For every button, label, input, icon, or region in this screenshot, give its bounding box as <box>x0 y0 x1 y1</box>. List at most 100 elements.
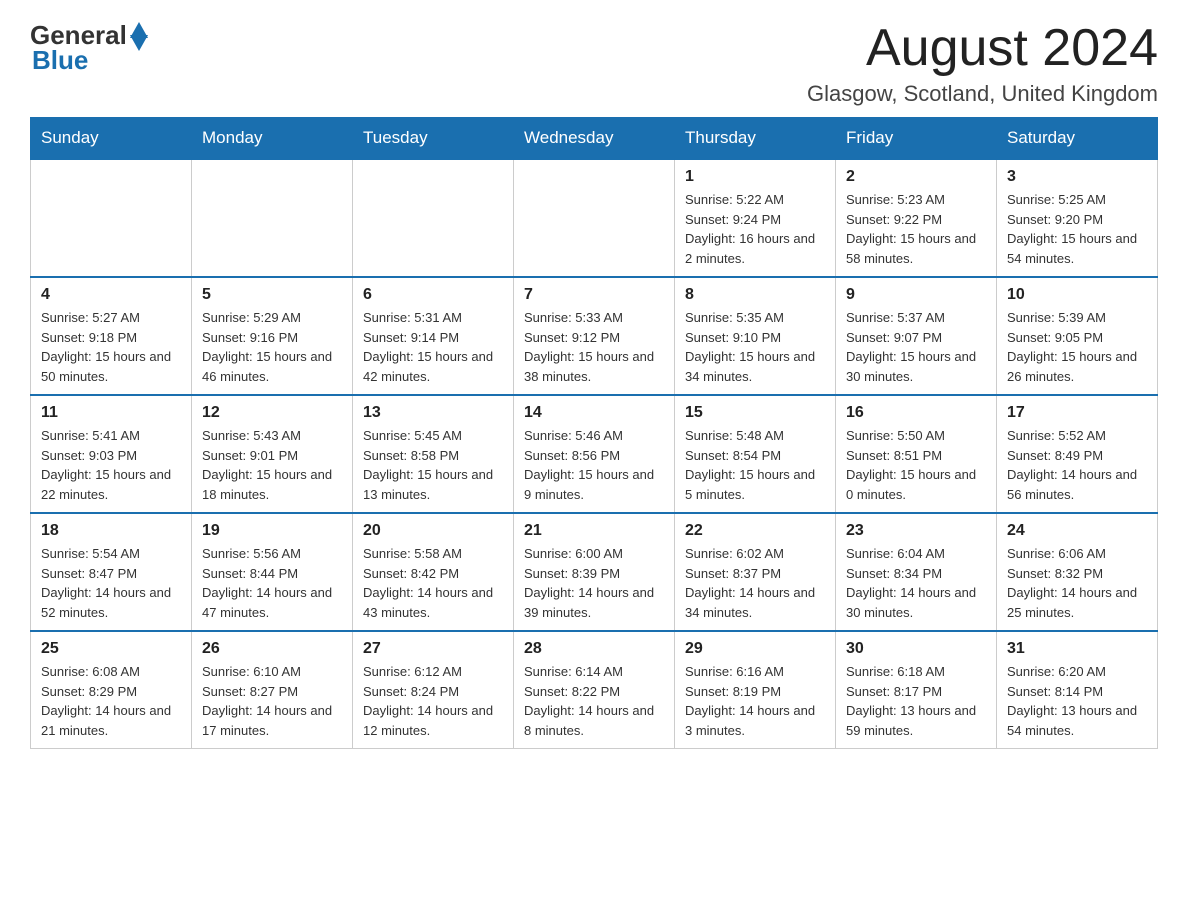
day-cell: 8 Sunrise: 5:35 AMSunset: 9:10 PMDaylight… <box>675 277 836 395</box>
day-cell: 24 Sunrise: 6:06 AMSunset: 8:32 PMDayligh… <box>997 513 1158 631</box>
day-header-monday: Monday <box>192 118 353 160</box>
day-cell: 12Sunrise: 5:43 AMSunset: 9:01 PMDayligh… <box>192 395 353 513</box>
day-number: 17 <box>1007 404 1147 422</box>
calendar-body: 1 Sunrise: 5:22 AMSunset: 9:24 PMDaylight… <box>31 159 1158 749</box>
day-info: Sunrise: 5:39 AMSunset: 9:05 PMDaylight:… <box>1007 308 1147 386</box>
day-info: Sunrise: 6:00 AMSunset: 8:39 PMDaylight:… <box>524 544 664 622</box>
day-number: 10 <box>1007 286 1147 304</box>
day-number: 28 <box>524 640 664 658</box>
day-number: 26 <box>202 640 342 658</box>
day-info: Sunrise: 5:22 AMSunset: 9:24 PMDaylight:… <box>685 190 825 268</box>
day-info: Sunrise: 6:10 AMSunset: 8:27 PMDaylight:… <box>202 662 342 740</box>
day-number: 5 <box>202 286 342 304</box>
day-header-friday: Friday <box>836 118 997 160</box>
day-number: 4 <box>41 286 181 304</box>
day-number: 16 <box>846 404 986 422</box>
day-number: 27 <box>363 640 503 658</box>
day-number: 21 <box>524 522 664 540</box>
day-info: Sunrise: 6:16 AMSunset: 8:19 PMDaylight:… <box>685 662 825 740</box>
day-info: Sunrise: 6:02 AMSunset: 8:37 PMDaylight:… <box>685 544 825 622</box>
day-cell: 16Sunrise: 5:50 AMSunset: 8:51 PMDayligh… <box>836 395 997 513</box>
day-number: 1 <box>685 168 825 186</box>
days-header-row: SundayMondayTuesdayWednesdayThursdayFrid… <box>31 118 1158 160</box>
day-info: Sunrise: 6:14 AMSunset: 8:22 PMDaylight:… <box>524 662 664 740</box>
day-header-saturday: Saturday <box>997 118 1158 160</box>
day-cell: 11 Sunrise: 5:41 AMSunset: 9:03 PMDayligh… <box>31 395 192 513</box>
week-row-5: 25 Sunrise: 6:08 AMSunset: 8:29 PMDayligh… <box>31 631 1158 749</box>
day-number: 31 <box>1007 640 1147 658</box>
day-info: Sunrise: 6:18 AMSunset: 8:17 PMDaylight:… <box>846 662 986 740</box>
day-info: Sunrise: 5:48 AMSunset: 8:54 PMDaylight:… <box>685 426 825 504</box>
day-cell: 17 Sunrise: 5:52 AMSunset: 8:49 PMDayligh… <box>997 395 1158 513</box>
day-info: Sunrise: 5:45 AMSunset: 8:58 PMDaylight:… <box>363 426 503 504</box>
day-cell: 14Sunrise: 5:46 AMSunset: 8:56 PMDayligh… <box>514 395 675 513</box>
day-cell: 3 Sunrise: 5:25 AMSunset: 9:20 PMDaylight… <box>997 159 1158 277</box>
day-info: Sunrise: 6:12 AMSunset: 8:24 PMDaylight:… <box>363 662 503 740</box>
day-number: 13 <box>363 404 503 422</box>
day-info: Sunrise: 5:31 AMSunset: 9:14 PMDaylight:… <box>363 308 503 386</box>
day-number: 22 <box>685 522 825 540</box>
day-cell: 30 Sunrise: 6:18 AMSunset: 8:17 PMDayligh… <box>836 631 997 749</box>
day-cell: 10 Sunrise: 5:39 AMSunset: 9:05 PMDayligh… <box>997 277 1158 395</box>
day-number: 15 <box>685 404 825 422</box>
day-info: Sunrise: 5:41 AMSunset: 9:03 PMDaylight:… <box>41 426 181 504</box>
day-info: Sunrise: 5:37 AMSunset: 9:07 PMDaylight:… <box>846 308 986 386</box>
day-info: Sunrise: 5:43 AMSunset: 9:01 PMDaylight:… <box>202 426 342 504</box>
day-cell: 9Sunrise: 5:37 AMSunset: 9:07 PMDaylight… <box>836 277 997 395</box>
day-header-thursday: Thursday <box>675 118 836 160</box>
week-row-1: 1 Sunrise: 5:22 AMSunset: 9:24 PMDaylight… <box>31 159 1158 277</box>
day-number: 11 <box>41 404 181 422</box>
day-cell: 31 Sunrise: 6:20 AMSunset: 8:14 PMDayligh… <box>997 631 1158 749</box>
day-info: Sunrise: 5:25 AMSunset: 9:20 PMDaylight:… <box>1007 190 1147 268</box>
day-info: Sunrise: 5:46 AMSunset: 8:56 PMDaylight:… <box>524 426 664 504</box>
day-cell: 1 Sunrise: 5:22 AMSunset: 9:24 PMDaylight… <box>675 159 836 277</box>
day-cell <box>31 159 192 277</box>
day-cell: 27 Sunrise: 6:12 AMSunset: 8:24 PMDayligh… <box>353 631 514 749</box>
week-row-4: 18 Sunrise: 5:54 AMSunset: 8:47 PMDayligh… <box>31 513 1158 631</box>
day-header-tuesday: Tuesday <box>353 118 514 160</box>
day-info: Sunrise: 6:04 AMSunset: 8:34 PMDaylight:… <box>846 544 986 622</box>
day-number: 20 <box>363 522 503 540</box>
day-cell: 20 Sunrise: 5:58 AMSunset: 8:42 PMDayligh… <box>353 513 514 631</box>
day-cell: 29 Sunrise: 6:16 AMSunset: 8:19 PMDayligh… <box>675 631 836 749</box>
day-info: Sunrise: 5:56 AMSunset: 8:44 PMDaylight:… <box>202 544 342 622</box>
day-number: 23 <box>846 522 986 540</box>
day-cell: 18 Sunrise: 5:54 AMSunset: 8:47 PMDayligh… <box>31 513 192 631</box>
day-cell: 21 Sunrise: 6:00 AMSunset: 8:39 PMDayligh… <box>514 513 675 631</box>
day-cell: 28 Sunrise: 6:14 AMSunset: 8:22 PMDayligh… <box>514 631 675 749</box>
day-info: Sunrise: 6:20 AMSunset: 8:14 PMDaylight:… <box>1007 662 1147 740</box>
day-header-wednesday: Wednesday <box>514 118 675 160</box>
day-number: 18 <box>41 522 181 540</box>
day-cell <box>192 159 353 277</box>
day-number: 25 <box>41 640 181 658</box>
day-info: Sunrise: 5:35 AMSunset: 9:10 PMDaylight:… <box>685 308 825 386</box>
day-info: Sunrise: 6:08 AMSunset: 8:29 PMDaylight:… <box>41 662 181 740</box>
day-cell: 13 Sunrise: 5:45 AMSunset: 8:58 PMDayligh… <box>353 395 514 513</box>
day-number: 24 <box>1007 522 1147 540</box>
week-row-3: 11 Sunrise: 5:41 AMSunset: 9:03 PMDayligh… <box>31 395 1158 513</box>
day-cell: 2Sunrise: 5:23 AMSunset: 9:22 PMDaylight… <box>836 159 997 277</box>
day-info: Sunrise: 6:06 AMSunset: 8:32 PMDaylight:… <box>1007 544 1147 622</box>
day-number: 8 <box>685 286 825 304</box>
day-cell: 23 Sunrise: 6:04 AMSunset: 8:34 PMDayligh… <box>836 513 997 631</box>
day-number: 29 <box>685 640 825 658</box>
day-number: 7 <box>524 286 664 304</box>
day-info: Sunrise: 5:58 AMSunset: 8:42 PMDaylight:… <box>363 544 503 622</box>
day-info: Sunrise: 5:52 AMSunset: 8:49 PMDaylight:… <box>1007 426 1147 504</box>
day-number: 6 <box>363 286 503 304</box>
day-number: 3 <box>1007 168 1147 186</box>
location-subtitle: Glasgow, Scotland, United Kingdom <box>807 81 1158 107</box>
day-cell: 26 Sunrise: 6:10 AMSunset: 8:27 PMDayligh… <box>192 631 353 749</box>
day-cell: 25 Sunrise: 6:08 AMSunset: 8:29 PMDayligh… <box>31 631 192 749</box>
day-info: Sunrise: 5:29 AMSunset: 9:16 PMDaylight:… <box>202 308 342 386</box>
day-cell: 15 Sunrise: 5:48 AMSunset: 8:54 PMDayligh… <box>675 395 836 513</box>
day-cell: 5 Sunrise: 5:29 AMSunset: 9:16 PMDaylight… <box>192 277 353 395</box>
calendar-header: SundayMondayTuesdayWednesdayThursdayFrid… <box>31 118 1158 160</box>
day-info: Sunrise: 5:54 AMSunset: 8:47 PMDaylight:… <box>41 544 181 622</box>
day-cell <box>514 159 675 277</box>
month-title: August 2024 <box>807 20 1158 77</box>
logo-blue-text: Blue <box>32 45 88 76</box>
day-cell: 4Sunrise: 5:27 AMSunset: 9:18 PMDaylight… <box>31 277 192 395</box>
day-number: 30 <box>846 640 986 658</box>
day-cell: 7Sunrise: 5:33 AMSunset: 9:12 PMDaylight… <box>514 277 675 395</box>
